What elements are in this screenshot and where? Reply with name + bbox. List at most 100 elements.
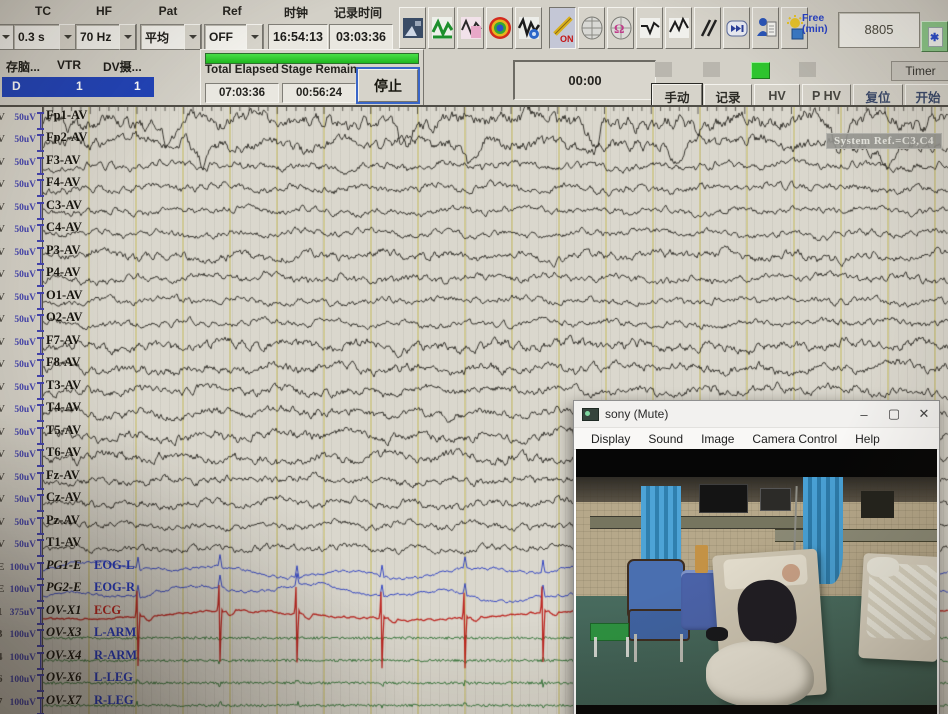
channel-fragment: E: [0, 561, 7, 573]
stop-button[interactable]: 停止: [358, 69, 418, 102]
menu-display[interactable]: Display: [582, 432, 639, 446]
video-title: sony (Mute): [605, 407, 849, 421]
star-icon: ✱: [930, 31, 939, 44]
channel-fragment: V: [0, 133, 7, 145]
sensitivity-label: 50uV: [7, 293, 36, 303]
hf-label: HF: [74, 4, 134, 19]
waveform-green-icon[interactable]: [428, 7, 455, 49]
svg-text:Ω: Ω: [614, 21, 624, 36]
sensitivity-label: 50uV: [7, 315, 36, 325]
progress-bar: [205, 53, 419, 64]
tc-label: TC: [12, 4, 74, 19]
free-minutes-label: Free(min): [802, 13, 828, 35]
wave-settings-icon[interactable]: [515, 7, 542, 49]
sensitivity-label: 50uV: [7, 495, 36, 505]
record-time-label: 记录时间: [324, 4, 392, 19]
ref-select[interactable]: OFF: [204, 24, 264, 50]
elapsed-value: 07:03:36: [205, 83, 279, 103]
channel-fragment: V: [0, 156, 7, 168]
sensitivity-label: 50uV: [7, 270, 36, 280]
ref-label: Ref: [202, 4, 262, 19]
maximize-icon[interactable]: ▢: [879, 401, 909, 427]
minimize-icon[interactable]: –: [849, 401, 879, 427]
montage-col-save: 存脑...: [6, 58, 40, 75]
sensitivity-label: 50uV: [7, 203, 36, 213]
sensitivity-label: 50uV: [7, 540, 36, 550]
pat-label: Pat: [138, 4, 198, 19]
channel-fragment: V: [0, 381, 7, 393]
chevron-down-icon[interactable]: [119, 24, 136, 50]
video-menubar: Display Sound Image Camera Control Help: [574, 428, 939, 450]
timer-label: Timer: [891, 61, 948, 81]
timer-display: 00:00: [513, 60, 656, 100]
channel-fragment: E: [0, 583, 7, 595]
hf-select[interactable]: 70 Hz: [75, 24, 137, 50]
menu-image[interactable]: Image: [692, 432, 743, 446]
toolbar-icons: ON Ω: [399, 7, 808, 49]
channel-fragment: 6: [0, 673, 7, 685]
channel-fragment: V: [0, 246, 7, 258]
sensitivity-label: 50uV: [7, 113, 36, 123]
channel-fragment: 3: [0, 628, 7, 640]
dark-object: [706, 627, 728, 641]
chair-legs: [634, 634, 683, 661]
tc-select[interactable]: 0.3 s: [13, 24, 77, 50]
menu-sound[interactable]: Sound: [639, 432, 692, 446]
sensitivity-label: 100uV: [7, 563, 36, 573]
sensitivity-label: 100uV: [7, 675, 36, 685]
color-map-icon[interactable]: [486, 7, 513, 49]
measure-lines-icon[interactable]: [694, 7, 721, 49]
elapsed-label: Total Elapsed: [205, 64, 279, 76]
svg-text:ON: ON: [560, 34, 574, 44]
indicator-4: [799, 62, 816, 77]
sensitivity-label: 100uV: [7, 698, 36, 708]
chevron-down-icon[interactable]: [0, 25, 13, 49]
chevron-down-icon[interactable]: [246, 24, 263, 50]
channel-fragment: 1: [0, 606, 7, 618]
sensitivity-label: 375uV: [7, 608, 36, 618]
chevron-down-icon[interactable]: [59, 24, 76, 50]
channel-fragment: V: [0, 223, 7, 235]
wall-panel: [760, 488, 791, 511]
sensitivity-label: 50uV: [7, 360, 36, 370]
channel-fragment: 7: [0, 696, 7, 708]
free-minutes-value: 8805: [838, 12, 920, 48]
marker-on-icon[interactable]: ON: [549, 7, 576, 49]
patient-info-icon[interactable]: [752, 7, 779, 49]
impedance-check-icon[interactable]: Ω: [607, 7, 634, 49]
channel-fragment: V: [0, 426, 7, 438]
photic-stim-icon[interactable]: [723, 7, 750, 49]
cut-off-select[interactable]: [0, 24, 14, 50]
close-icon[interactable]: ✕: [909, 401, 939, 427]
video-window: sony (Mute) – ▢ ✕ Display Sound Image Ca…: [573, 400, 940, 714]
sensitivity-label: 50uV: [7, 338, 36, 348]
video-content: [576, 449, 937, 714]
head-map-icon[interactable]: [578, 7, 605, 49]
channel-fragment: V: [0, 201, 7, 213]
sensitivity-label: 50uV: [7, 158, 36, 168]
channel-fragment: V: [0, 471, 7, 483]
trend-b-icon[interactable]: [665, 7, 692, 49]
channel-fragment: V: [0, 358, 7, 370]
menu-help[interactable]: Help: [846, 432, 889, 446]
video-titlebar[interactable]: sony (Mute) – ▢ ✕: [574, 401, 939, 428]
sensitivity-label: 50uV: [7, 248, 36, 258]
sensitivity-label: 50uV: [7, 518, 36, 528]
montage-selected-row[interactable]: D 1 1: [2, 77, 154, 97]
snapshot-button[interactable]: ✱: [921, 21, 948, 52]
sensitivity-label: 50uV: [7, 473, 36, 483]
photo-review-icon[interactable]: [399, 7, 426, 49]
pat-select[interactable]: 平均: [140, 24, 202, 50]
wall-rail-right: [775, 529, 937, 541]
sensitivity-label: 100uV: [7, 653, 36, 663]
channel-fragment: V: [0, 403, 7, 415]
elapsed-panel: Total Elapsed Stage Remain 07:03:36 00:5…: [200, 49, 424, 107]
clock-label: 时钟: [265, 4, 327, 19]
channel-fragment: V: [0, 111, 7, 123]
sensitivity-label: 50uV: [7, 225, 36, 235]
trend-a-icon[interactable]: [636, 7, 663, 49]
waveform-pink-icon[interactable]: [457, 7, 484, 49]
channel-fragment: V: [0, 493, 7, 505]
chevron-down-icon[interactable]: [184, 24, 201, 50]
menu-camera-control[interactable]: Camera Control: [743, 432, 846, 446]
